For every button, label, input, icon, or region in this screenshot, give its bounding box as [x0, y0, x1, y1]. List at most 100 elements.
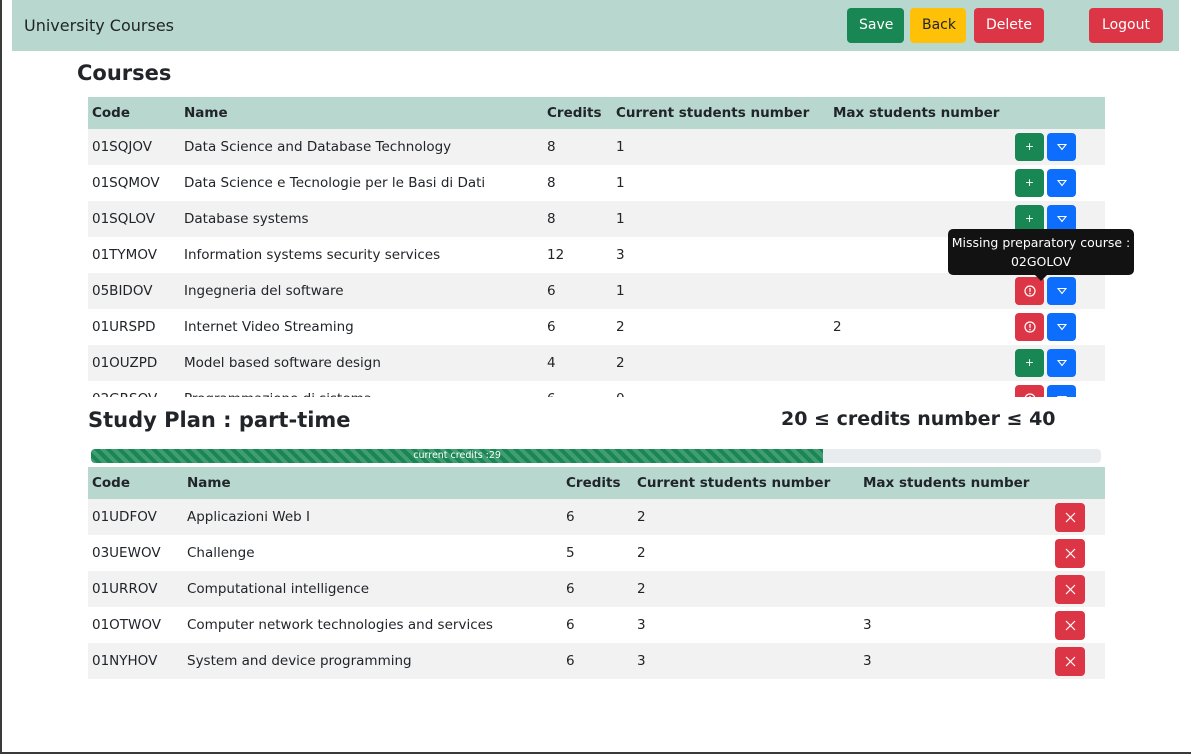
plan-course-max-students: 3: [859, 643, 1047, 679]
course-code: 01URSPD: [88, 309, 180, 345]
plan-course-actions: [1047, 607, 1105, 643]
alert-icon: [1024, 392, 1036, 397]
course-row: 02GRSOVProgrammazione di sistema60: [88, 381, 1105, 397]
expand-course-button[interactable]: [1047, 385, 1076, 397]
close-icon: [1065, 653, 1076, 669]
plan-course-code: 01UDFOV: [88, 499, 183, 535]
logout-button[interactable]: Logout: [1089, 8, 1163, 43]
course-name: Model based software design: [180, 345, 543, 381]
blocked-course-button[interactable]: [1015, 313, 1044, 341]
course-current-students: 1: [612, 165, 829, 201]
close-icon: [1065, 509, 1076, 525]
study-plan-row: 03UEWOV Challenge 5 2: [88, 535, 1105, 571]
course-actions: [1009, 273, 1105, 309]
course-code: 01TYMOV: [88, 237, 180, 273]
column-header-max-students: Max students number: [859, 467, 1047, 499]
plan-course-name: Computational intelligence: [183, 571, 562, 607]
close-icon: [1065, 581, 1076, 597]
course-credits: 8: [543, 201, 612, 237]
course-code: 05BIDOV: [88, 273, 180, 309]
plan-course-credits: 5: [562, 535, 633, 571]
column-header-current-students: Current students number: [612, 97, 829, 129]
expand-course-button[interactable]: [1047, 169, 1076, 197]
chevron-down-icon: [1056, 212, 1067, 225]
course-name: Programmazione di sistema: [180, 381, 543, 397]
plan-course-code: 01OTWOV: [88, 607, 183, 643]
course-actions: +: [1009, 165, 1105, 201]
plan-course-max-students: [859, 571, 1047, 607]
course-actions: +: [1009, 345, 1105, 381]
chevron-down-icon: [1056, 356, 1067, 369]
course-current-students: 2: [612, 309, 829, 345]
column-header-max-students: Max students number: [829, 97, 1009, 129]
tooltip-line-1: Missing preparatory course :: [951, 235, 1131, 250]
plan-course-name: Challenge: [183, 535, 562, 571]
add-course-button[interactable]: +: [1015, 169, 1044, 197]
expand-course-button[interactable]: [1047, 349, 1076, 377]
course-code: 01SQLOV: [88, 201, 180, 237]
study-plan-table-wrap: Code Name Credits Current students numbe…: [88, 467, 1105, 679]
alert-icon: [1023, 284, 1036, 297]
add-course-button[interactable]: +: [1015, 349, 1044, 377]
course-actions: [1009, 381, 1105, 397]
tooltip-line-2: 02GOLOV: [1010, 254, 1072, 269]
column-header-code: Code: [88, 467, 183, 499]
course-current-students: 1: [612, 129, 829, 165]
study-plan-heading: Study Plan : part-time: [88, 408, 351, 432]
course-name: Data Science and Database Technology: [180, 129, 543, 165]
course-code: 01SQMOV: [88, 165, 180, 201]
remove-course-button[interactable]: [1055, 575, 1085, 604]
blocked-course-button[interactable]: [1015, 385, 1044, 397]
plan-course-current-students: 2: [633, 499, 859, 535]
course-row: 01SQMOV Data Science e Tecnologie per le …: [88, 165, 1105, 201]
plan-course-current-students: 3: [633, 643, 859, 679]
course-current-students: 1: [612, 201, 829, 237]
expand-course-button[interactable]: [1047, 133, 1076, 161]
course-credits: 4: [543, 345, 612, 381]
course-name: Information systems security services: [180, 237, 543, 273]
remove-course-button[interactable]: [1055, 503, 1085, 532]
delete-button[interactable]: Delete: [974, 8, 1044, 43]
plan-course-max-students: 3: [859, 607, 1047, 643]
plan-course-name: Applicazioni Web I: [183, 499, 562, 535]
plan-course-name: Computer network technologies and servic…: [183, 607, 562, 643]
course-current-students: 0: [612, 381, 829, 397]
remove-course-button[interactable]: [1055, 647, 1085, 676]
remove-course-button[interactable]: [1055, 539, 1085, 568]
course-credits: 6: [543, 381, 612, 397]
remove-course-button[interactable]: [1055, 611, 1085, 640]
add-course-button[interactable]: +: [1015, 133, 1044, 161]
course-name: Ingegneria del software: [180, 273, 543, 309]
course-max-students: [829, 165, 1009, 201]
missing-preparatory-tooltip: Missing preparatory course : 02GOLOV: [948, 229, 1134, 275]
plan-course-code: 01URROV: [88, 571, 183, 607]
course-row: 05BIDOV Ingegneria del software 6 1: [88, 273, 1105, 309]
plan-course-actions: [1047, 643, 1105, 679]
save-button[interactable]: Save: [847, 8, 904, 43]
back-button[interactable]: Back: [910, 8, 966, 43]
chevron-down-icon: [1056, 392, 1067, 397]
column-header-actions: [1047, 467, 1105, 499]
column-header-current-students: Current students number: [633, 467, 859, 499]
column-header-name: Name: [180, 97, 543, 129]
credits-progress-bar: current credits :29: [91, 449, 1101, 463]
course-name: Internet Video Streaming: [180, 309, 543, 345]
plan-course-name: System and device programming: [183, 643, 562, 679]
study-plan-table: Code Name Credits Current students numbe…: [88, 467, 1105, 679]
course-max-students: [829, 273, 1009, 309]
expand-course-button[interactable]: [1047, 277, 1076, 305]
course-actions: +: [1009, 129, 1105, 165]
plus-icon: +: [1024, 140, 1035, 153]
plan-course-code: 03UEWOV: [88, 535, 183, 571]
plan-course-code: 01NYHOV: [88, 643, 183, 679]
course-max-students: 2: [829, 309, 1009, 345]
blocked-course-button[interactable]: [1015, 277, 1044, 305]
column-header-credits: Credits: [543, 97, 612, 129]
expand-course-button[interactable]: [1047, 313, 1076, 341]
plan-course-credits: 6: [562, 499, 633, 535]
course-row: 01SQJOV Data Science and Database Technol…: [88, 129, 1105, 165]
course-max-students: [829, 129, 1009, 165]
course-current-students: 1: [612, 273, 829, 309]
plan-course-credits: 6: [562, 571, 633, 607]
course-credits: 6: [543, 309, 612, 345]
